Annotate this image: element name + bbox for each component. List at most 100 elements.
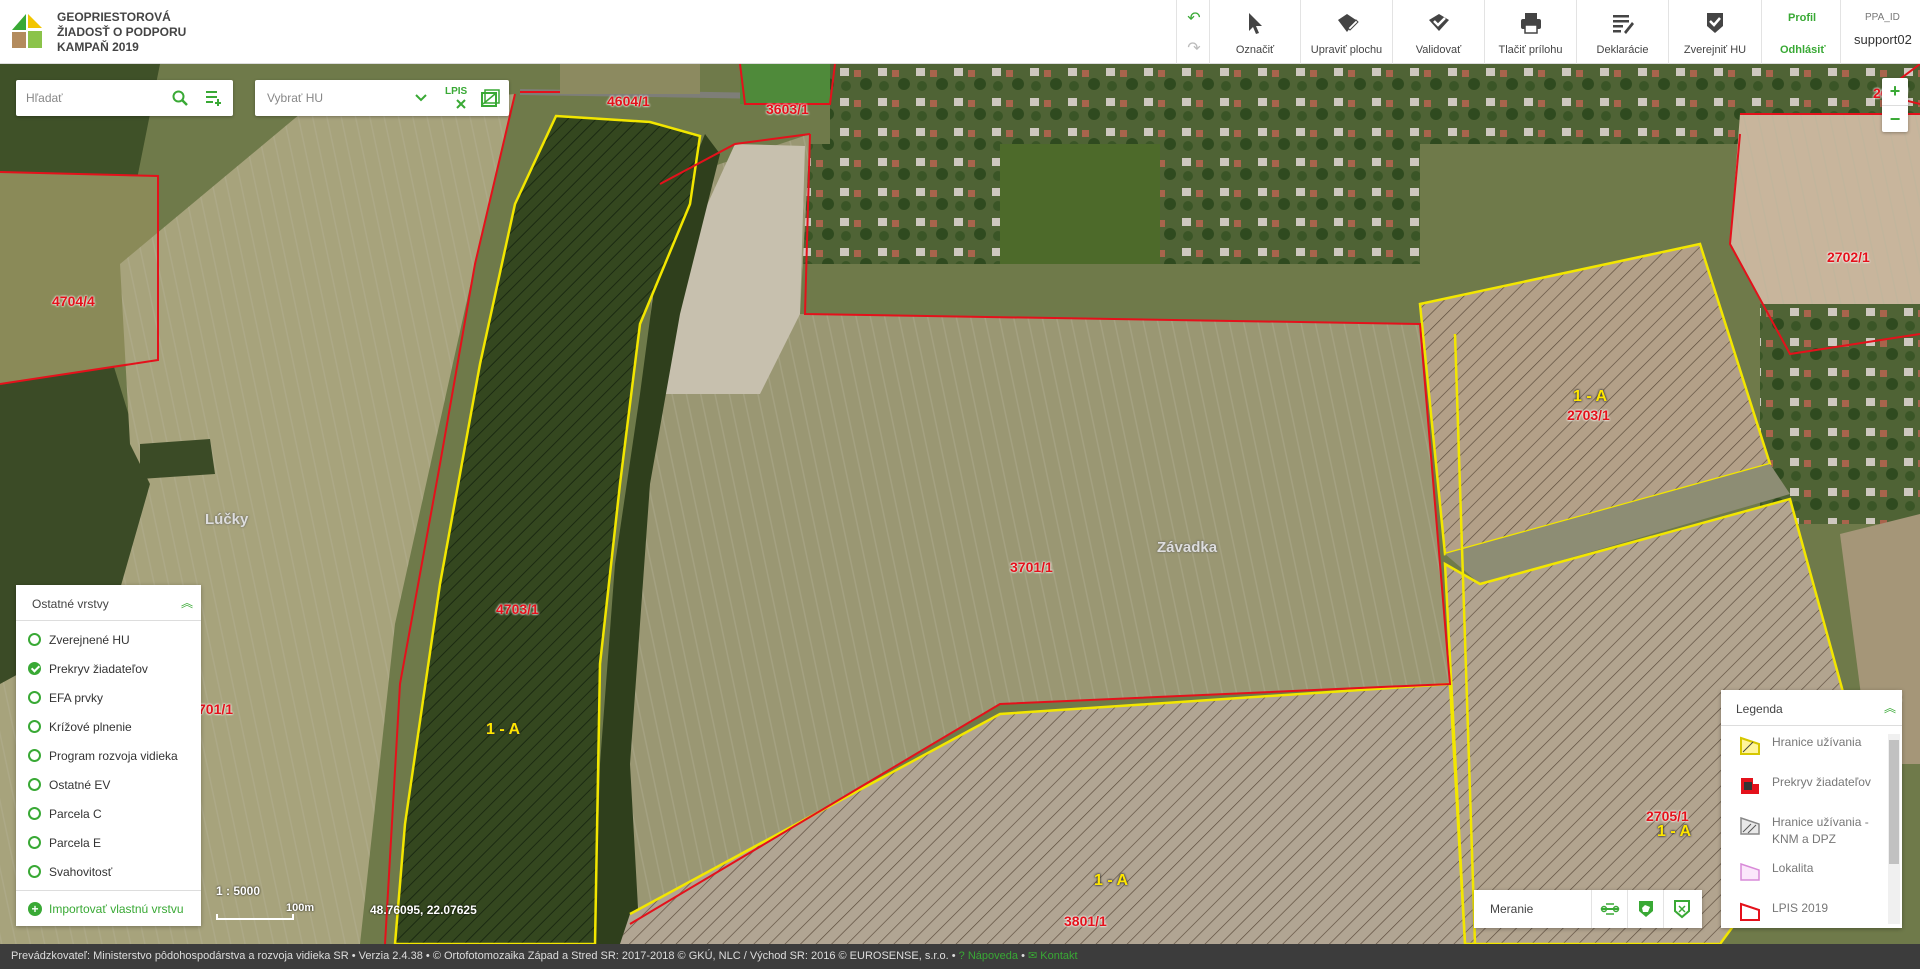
- plus-icon: +: [28, 902, 42, 916]
- help-icon: ?: [958, 950, 965, 962]
- search-icon[interactable]: [172, 90, 188, 106]
- tool-publish-label: Zverejniť HU: [1683, 44, 1747, 56]
- user-separator: [1840, 0, 1841, 64]
- tool-print-label: Tlačiť prílohu: [1498, 44, 1563, 56]
- layer-item[interactable]: Svahovitosť: [16, 857, 201, 886]
- radio-icon[interactable]: [28, 836, 41, 849]
- logout-link[interactable]: Odhlásiť: [1780, 44, 1826, 56]
- other-layers-panel: Ostatné vrstvy ︽ Zverejnené HU Prekryv ž…: [16, 585, 201, 926]
- layers-panel-header[interactable]: Ostatné vrstvy ︽: [16, 585, 201, 621]
- tool-publish-button[interactable]: Zverejniť HU: [1669, 0, 1762, 64]
- use-label: 1 - A: [1573, 388, 1608, 405]
- layer-label: Zverejnené HU: [49, 633, 130, 647]
- layer-label: Ostatné EV: [49, 778, 111, 792]
- legend-item-label: Lokalita: [1772, 861, 1814, 875]
- overlap-icon: [1741, 778, 1759, 794]
- legend-item: LPIS 2019: [1721, 892, 1902, 928]
- parcel-label: 3701/1: [1010, 559, 1053, 575]
- check-icon[interactable]: [28, 662, 41, 675]
- mail-icon: ✉: [1027, 950, 1038, 962]
- app-title-line: KAMPAŇ 2019: [57, 40, 139, 54]
- chevron-down-icon[interactable]: [415, 93, 427, 103]
- help-link[interactable]: Nápoveda: [968, 950, 1018, 962]
- radio-icon[interactable]: [28, 807, 41, 820]
- parcel-label: 3603/1: [766, 101, 809, 117]
- radio-icon[interactable]: [28, 778, 41, 791]
- cursor-coordinates: 48.76095, 22.07625: [370, 903, 477, 917]
- undo-icon[interactable]: ↶: [1177, 8, 1211, 28]
- app-header: GEOPRIESTOROVÁ ŽIADOSŤ O PODPORU KAMPAŇ …: [0, 0, 1920, 64]
- layer-item[interactable]: Program rozvoja vidieka: [16, 741, 201, 770]
- legend-header[interactable]: Legenda ︽: [1721, 690, 1902, 726]
- layer-item[interactable]: Prekryv žiadateľov: [16, 654, 201, 683]
- layer-label: Krížové plnenie: [49, 720, 132, 734]
- collapse-icon[interactable]: ︽: [181, 594, 193, 611]
- tool-declarations-label: Deklarácie: [1596, 44, 1649, 56]
- measure-distance-button[interactable]: [1591, 890, 1627, 928]
- zoom-out-button[interactable]: −: [1882, 105, 1908, 132]
- use-label: 1 - A: [1094, 872, 1129, 889]
- tool-select-button[interactable]: Označiť: [1210, 0, 1301, 64]
- lpis-icon: [1740, 902, 1760, 921]
- search-input[interactable]: [26, 88, 176, 108]
- contact-link[interactable]: Kontakt: [1040, 950, 1077, 962]
- scale-line: [216, 914, 294, 920]
- measure-area-button[interactable]: [1627, 890, 1663, 928]
- edit-area-icon: [1337, 14, 1359, 32]
- username: support02: [1854, 32, 1912, 47]
- close-icon[interactable]: [455, 98, 467, 110]
- radio-icon[interactable]: [28, 749, 41, 762]
- hu-select[interactable]: Vybrať HU LPIS: [255, 80, 509, 116]
- locality-icon: [1740, 862, 1760, 881]
- scale-length: 100m: [286, 902, 315, 914]
- layer-item[interactable]: Parcela E: [16, 828, 201, 857]
- layer-item[interactable]: Krížové plnenie: [16, 712, 201, 741]
- layer-label: Parcela E: [49, 836, 102, 850]
- radio-icon[interactable]: [28, 633, 41, 646]
- use-label: 1 - A: [486, 721, 521, 738]
- layer-item[interactable]: Parcela C: [16, 799, 201, 828]
- parcel-label: 4604/1: [607, 93, 650, 109]
- layer-label: Svahovitosť: [49, 865, 113, 879]
- profile-link[interactable]: Profil: [1788, 12, 1816, 24]
- lpis-toggle[interactable]: LPIS: [445, 86, 467, 97]
- legend-item: Lokalita: [1721, 852, 1902, 892]
- legend-item: Hranice užívania - KNM a DPZ: [1721, 806, 1902, 852]
- measure-title: Meranie: [1490, 902, 1534, 916]
- advanced-search-icon[interactable]: [205, 89, 223, 107]
- tool-edit-area-button[interactable]: Upraviť plochu: [1301, 0, 1393, 64]
- redo-icon[interactable]: ↷: [1177, 38, 1211, 58]
- print-icon: [1520, 13, 1541, 34]
- layer-item[interactable]: EFA prvky: [16, 683, 201, 712]
- user-area: Profil Odhlásiť PPA_ID support02: [1762, 0, 1920, 64]
- footer-copyright: © Ortofotomozaika Západ a Stred SR: 2017…: [432, 950, 949, 962]
- measure-panel: Meranie: [1474, 890, 1702, 928]
- orthophoto-layer: [0, 64, 1920, 944]
- import-layer-button[interactable]: + Importovať vlastnú vrstvu: [16, 890, 201, 926]
- tool-print-button[interactable]: Tlačiť prílohu: [1485, 0, 1577, 64]
- layer-item[interactable]: Zverejnené HU: [16, 625, 201, 654]
- layer-item[interactable]: Ostatné EV: [16, 770, 201, 799]
- tool-declarations-button[interactable]: Deklarácie: [1577, 0, 1669, 64]
- app-logo: [12, 14, 42, 48]
- ppa-id-label: PPA_ID: [1865, 12, 1900, 23]
- tool-validate-button[interactable]: Validovať: [1393, 0, 1485, 64]
- tool-validate-label: Validovať: [1415, 44, 1462, 56]
- legend-scrollbar[interactable]: [1888, 734, 1900, 924]
- map-canvas[interactable]: 4704/4 4604/1 3603/1 2605/ 2702/1 2703/1…: [0, 64, 1920, 944]
- legend-scroll-thumb[interactable]: [1889, 740, 1899, 864]
- cursor-icon: [1249, 13, 1262, 34]
- legend-item: Hranice užívania: [1721, 726, 1902, 766]
- layers-list: Zverejnené HU Prekryv žiadateľov EFA prv…: [16, 621, 201, 886]
- tool-edit-area-label: Upraviť plochu: [1310, 44, 1383, 56]
- map-layer-icon[interactable]: [480, 89, 500, 109]
- measure-clear-button[interactable]: [1663, 890, 1699, 928]
- radio-icon[interactable]: [28, 865, 41, 878]
- parcel-label: 4703/1: [496, 601, 539, 617]
- undo-redo-group: ↶ ↷: [1176, 0, 1210, 64]
- layer-label: Program rozvoja vidieka: [49, 749, 178, 763]
- radio-icon[interactable]: [28, 691, 41, 704]
- zoom-in-button[interactable]: +: [1882, 78, 1908, 105]
- collapse-icon[interactable]: ︽: [1884, 699, 1896, 716]
- radio-icon[interactable]: [28, 720, 41, 733]
